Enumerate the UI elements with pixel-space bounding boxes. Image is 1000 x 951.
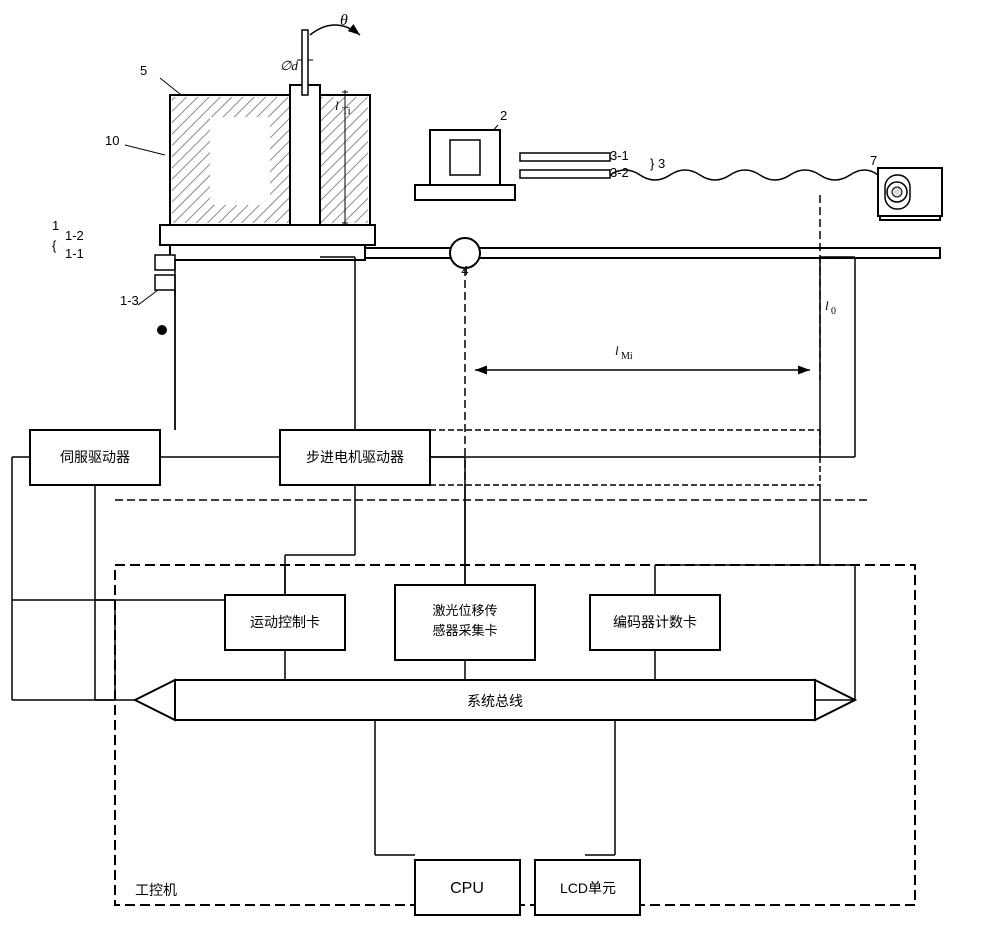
- svg-text:l: l: [615, 343, 619, 358]
- svg-text:系统总线: 系统总线: [467, 693, 523, 709]
- svg-text:Ti: Ti: [342, 106, 351, 117]
- svg-text:运动控制卡: 运动控制卡: [250, 614, 320, 630]
- svg-text:1-2: 1-2: [65, 228, 84, 243]
- svg-text:激光位移传: 激光位移传: [432, 603, 497, 618]
- svg-text:2: 2: [500, 108, 507, 123]
- svg-text:Mi: Mi: [621, 351, 633, 362]
- svg-text:∅d: ∅d: [280, 58, 298, 73]
- svg-text:步进电机驱动器: 步进电机驱动器: [306, 449, 404, 465]
- svg-text:3-1: 3-1: [610, 148, 629, 163]
- svg-text:1-1: 1-1: [65, 246, 84, 261]
- svg-text:{: {: [52, 238, 57, 253]
- svg-text:编码器计数卡: 编码器计数卡: [613, 614, 697, 630]
- svg-text:工控机: 工控机: [135, 882, 177, 898]
- diagram-container: θ 5 10 ∅d l Ti 2: [0, 0, 1000, 951]
- svg-text:l: l: [825, 298, 829, 313]
- svg-text:CPU: CPU: [450, 880, 484, 897]
- svg-text:1: 1: [52, 218, 59, 233]
- svg-text:} 3: } 3: [650, 156, 665, 171]
- svg-text:7: 7: [870, 153, 877, 168]
- svg-text:5: 5: [140, 63, 147, 78]
- svg-text:1-3: 1-3: [120, 293, 139, 308]
- svg-text:0: 0: [831, 306, 836, 317]
- svg-text:伺服驱动器: 伺服驱动器: [60, 449, 130, 465]
- svg-text:LCD单元: LCD单元: [560, 880, 616, 896]
- svg-text:10: 10: [105, 133, 119, 148]
- svg-text:感器采集卡: 感器采集卡: [432, 623, 497, 638]
- svg-text:l: l: [335, 98, 339, 113]
